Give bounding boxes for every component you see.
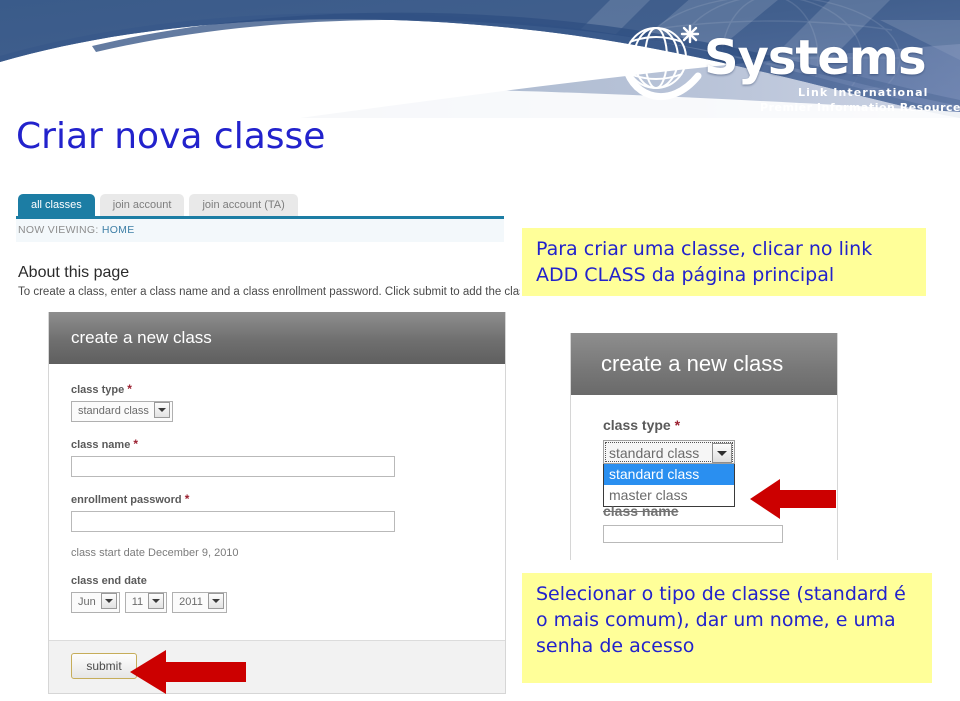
submit-button[interactable]: submit	[71, 653, 137, 679]
chevron-down-icon[interactable]	[153, 402, 170, 419]
tab-all-classes[interactable]: all classes	[18, 194, 95, 216]
dropdown-option-standard-class[interactable]: standard class	[604, 464, 734, 485]
breadcrumb: NOW VIEWING: HOME	[18, 224, 135, 236]
zoom-class-type-value: standard class	[609, 445, 700, 461]
class-start-date-row: class start date December 9, 2010	[71, 547, 483, 559]
zoom-class-type-label-text: class type	[603, 417, 671, 433]
required-asterisk-icon: *	[674, 417, 681, 433]
card-footer: submit	[49, 640, 505, 693]
card-title: create a new class	[49, 312, 505, 364]
class-type-select[interactable]: standard class	[71, 401, 173, 422]
class-name-input[interactable]	[71, 456, 395, 477]
end-year-select[interactable]: 2011	[172, 592, 227, 613]
chevron-down-icon[interactable]	[100, 593, 117, 610]
zoom-create-class-card: create a new class class type * standard…	[570, 333, 838, 560]
chevron-down-icon[interactable]	[712, 443, 732, 463]
tab-bar: all classes join account join account (TA)	[18, 194, 303, 216]
required-asterisk-icon: *	[127, 382, 132, 396]
class-name-label: class name *	[71, 437, 483, 451]
class-type-dropdown-list: standard class master class	[603, 464, 735, 507]
screenshot-full-form: all classes join account join account (TA)…	[0, 186, 520, 696]
about-text: To create a class, enter a class name an…	[18, 286, 520, 298]
zoom-card-title: create a new class	[571, 333, 837, 395]
class-start-date-label: class start date	[71, 547, 145, 559]
class-name-label-text: class name	[71, 439, 131, 451]
class-end-date-label: class end date	[71, 575, 147, 587]
callout-top: Para criar uma classe, clicar no link AD…	[522, 228, 926, 296]
class-end-date-row: Jun 11 2011	[71, 592, 483, 628]
banner-graphic	[0, 0, 960, 118]
zoom-class-name-input[interactable]	[603, 525, 783, 543]
class-type-label-text: class type	[71, 384, 125, 396]
zoom-class-type-label: class type *	[603, 417, 837, 433]
arrow-pointing-to-submit	[130, 650, 246, 694]
tab-join-account[interactable]: join account	[99, 194, 185, 216]
callout-bottom: Selecionar o tipo de classe (standard é …	[522, 573, 932, 683]
enrollment-password-label: enrollment password *	[71, 492, 483, 506]
end-month-value: Jun	[78, 596, 96, 608]
screenshot-dropdown-detail: create a new class class type * standard…	[556, 325, 856, 560]
chevron-down-icon[interactable]	[148, 593, 165, 610]
zoom-class-type-select[interactable]: standard class	[603, 440, 735, 464]
create-class-card: create a new class class type * standard…	[48, 312, 506, 694]
tab-join-account-ta[interactable]: join account (TA)	[189, 194, 298, 216]
end-day-select[interactable]: 11	[124, 592, 168, 613]
now-viewing-value[interactable]: HOME	[102, 224, 135, 236]
page-title: Criar nova classe	[16, 116, 326, 157]
chevron-down-icon[interactable]	[207, 593, 224, 610]
end-day-value: 11	[131, 596, 144, 608]
class-type-label: class type *	[71, 382, 483, 396]
slide-page: Systems Link International Premier Infor…	[0, 0, 960, 701]
class-type-value: standard class	[78, 405, 149, 417]
about-heading: About this page	[18, 264, 130, 281]
end-year-value: 2011	[179, 596, 203, 608]
end-month-select[interactable]: Jun	[71, 592, 120, 613]
card-body: class type * standard class class name *…	[49, 364, 505, 640]
required-asterisk-icon: *	[133, 437, 139, 451]
header-banner	[0, 0, 960, 118]
enrollment-password-input[interactable]	[71, 511, 395, 532]
class-start-date-value: December 9, 2010	[148, 547, 239, 559]
enrollment-password-label-text: enrollment password	[71, 494, 182, 506]
now-viewing-label: NOW VIEWING:	[18, 224, 99, 236]
required-asterisk-icon: *	[184, 492, 190, 506]
arrow-pointing-to-dropdown	[750, 479, 836, 519]
